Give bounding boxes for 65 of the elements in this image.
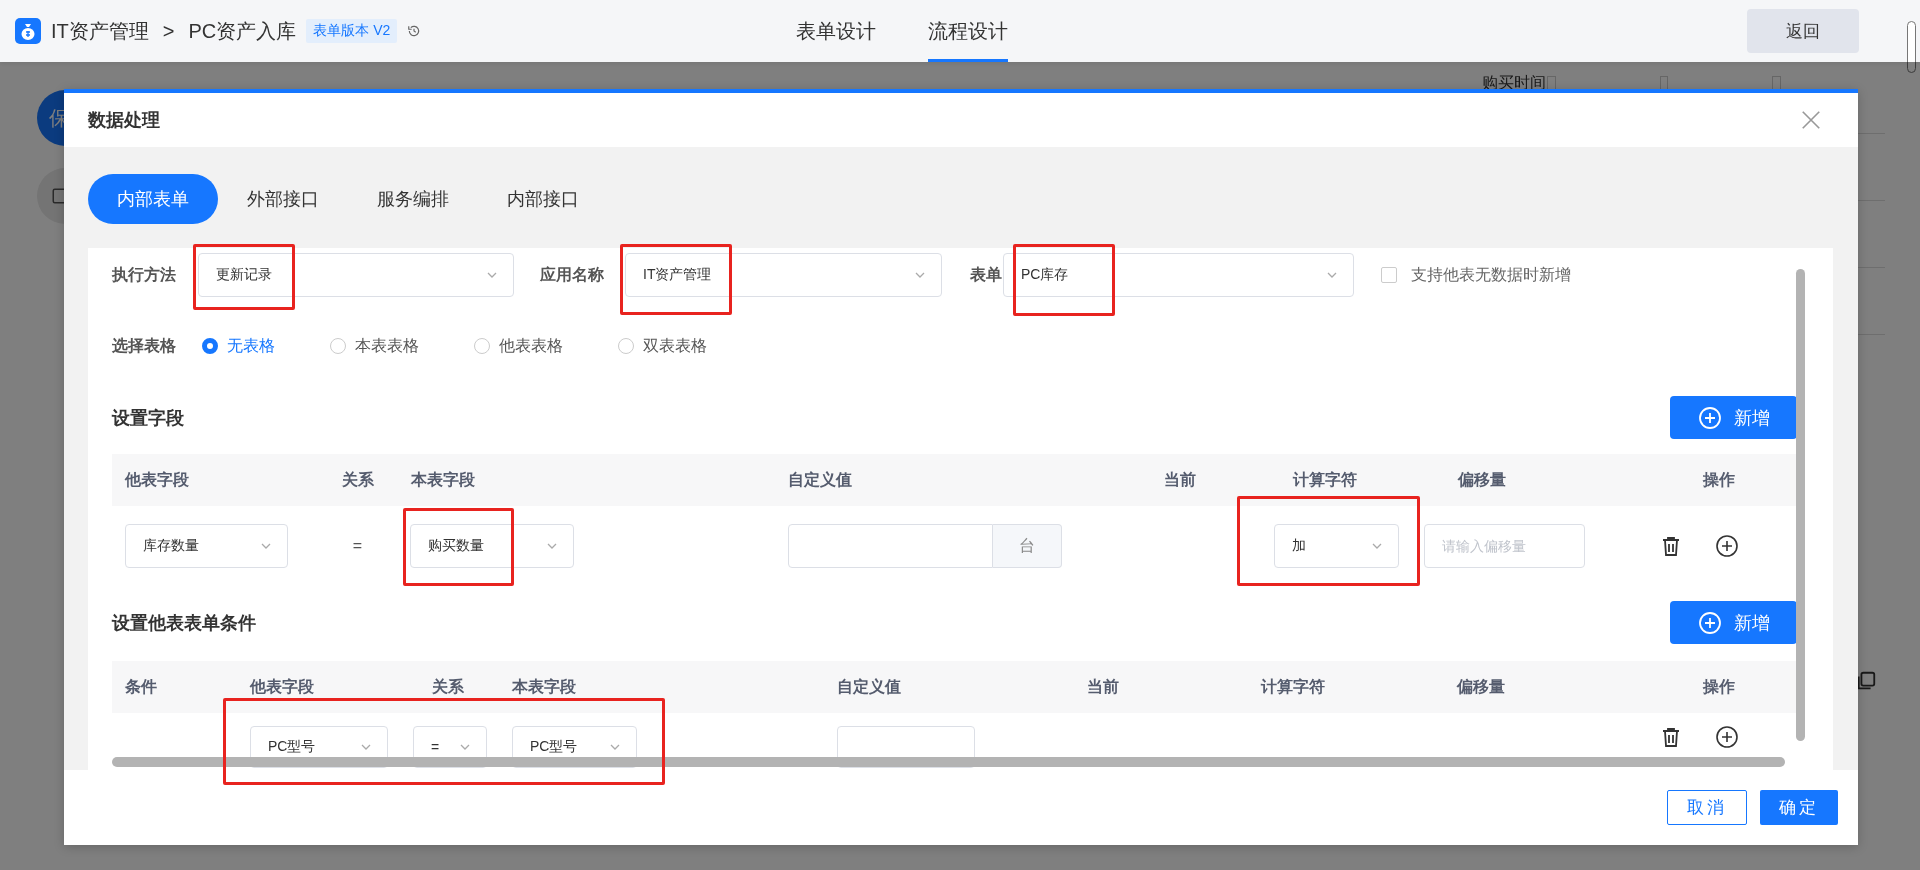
page-title: PC资产入库 [188, 18, 297, 44]
column-header: 计算字符 [1185, 661, 1400, 713]
column-header: 当前 [1120, 454, 1240, 506]
radio-option[interactable]: 无表格 [202, 335, 275, 357]
plus-circle-icon [1697, 405, 1722, 430]
select-field[interactable]: 更新记录 [198, 253, 514, 297]
back-button[interactable]: 返回 [1747, 9, 1859, 53]
dialog-title: 数据处理 [88, 109, 160, 132]
close-icon[interactable] [1800, 109, 1822, 131]
field-label: 执行方法 [112, 264, 176, 285]
app-title[interactable]: IT资产管理 [51, 17, 149, 45]
scrollbar-thumb[interactable] [1796, 269, 1805, 741]
column-header: 偏移量 [1410, 454, 1640, 506]
tab[interactable]: 内部接口 [478, 174, 608, 224]
section-title: 设置他表表单条件 [112, 611, 256, 635]
version-badge: 表单版本 V2 [306, 19, 398, 43]
column-header: 计算字符 [1240, 454, 1410, 506]
column-header: 自定义值 [825, 661, 1020, 713]
add-button[interactable]: 新增 [1670, 601, 1797, 644]
scrollbar-thumb[interactable] [1907, 21, 1916, 73]
field-label: 应用名称 [540, 264, 604, 285]
plus-circle-icon[interactable] [1715, 534, 1739, 558]
plus-circle-icon [1697, 610, 1722, 635]
column-header: 他表字段 [240, 661, 413, 713]
column-header: 本表字段 [500, 661, 825, 713]
radio-option[interactable]: 双表表格 [618, 335, 707, 357]
checkbox[interactable]: 支持他表无数据时新增 [1381, 264, 1571, 286]
tab[interactable]: 服务编排 [348, 174, 478, 224]
column-header: 他表字段 [112, 454, 320, 506]
cancel-button[interactable]: 取消 [1667, 790, 1747, 825]
column-header: 操作 [1640, 661, 1797, 713]
select-field[interactable]: 库存数量 [125, 524, 288, 568]
column-header: 当前 [1020, 661, 1185, 713]
column-header: 自定义值 [775, 454, 1120, 506]
column-header: 操作 [1640, 454, 1797, 506]
radio-option[interactable]: 本表表格 [330, 335, 419, 357]
select-field[interactable]: 购买数量 [410, 524, 574, 568]
tab[interactable]: 内部表单 [88, 174, 218, 224]
column-header: 本表字段 [395, 454, 775, 506]
scrollbar-thumb[interactable] [112, 757, 1785, 767]
copy-icon [1855, 670, 1877, 692]
section-title: 设置字段 [112, 406, 184, 430]
column-header: 条件 [112, 661, 240, 713]
tab[interactable]: 外部接口 [218, 174, 348, 224]
radio-option[interactable]: 他表表格 [474, 335, 563, 357]
bag-icon [15, 18, 41, 44]
select-field[interactable]: 加 [1274, 524, 1399, 568]
select-field[interactable]: PC库存 [1003, 253, 1354, 297]
confirm-button[interactable]: 确定 [1760, 790, 1838, 825]
breadcrumb-separator: > [162, 19, 175, 43]
history-icon [407, 24, 422, 38]
input-field[interactable] [788, 524, 993, 568]
field-label: 选择表格 [112, 335, 176, 356]
unit-addon: 台 [993, 524, 1062, 568]
field-label: 表单 [970, 264, 1002, 285]
column-header: 关系 [413, 661, 500, 713]
column-header: 偏移量 [1400, 661, 1640, 713]
page-tab[interactable]: 流程设计 [928, 0, 1008, 62]
add-button[interactable]: 新增 [1670, 396, 1797, 439]
page-tab[interactable]: 表单设计 [796, 0, 876, 62]
input-field[interactable]: 请输入偏移量 [1424, 524, 1585, 568]
select-field[interactable]: IT资产管理 [625, 253, 942, 297]
plus-circle-icon[interactable] [1715, 725, 1739, 749]
relation-text: = [352, 537, 363, 555]
column-header: 关系 [320, 454, 395, 506]
